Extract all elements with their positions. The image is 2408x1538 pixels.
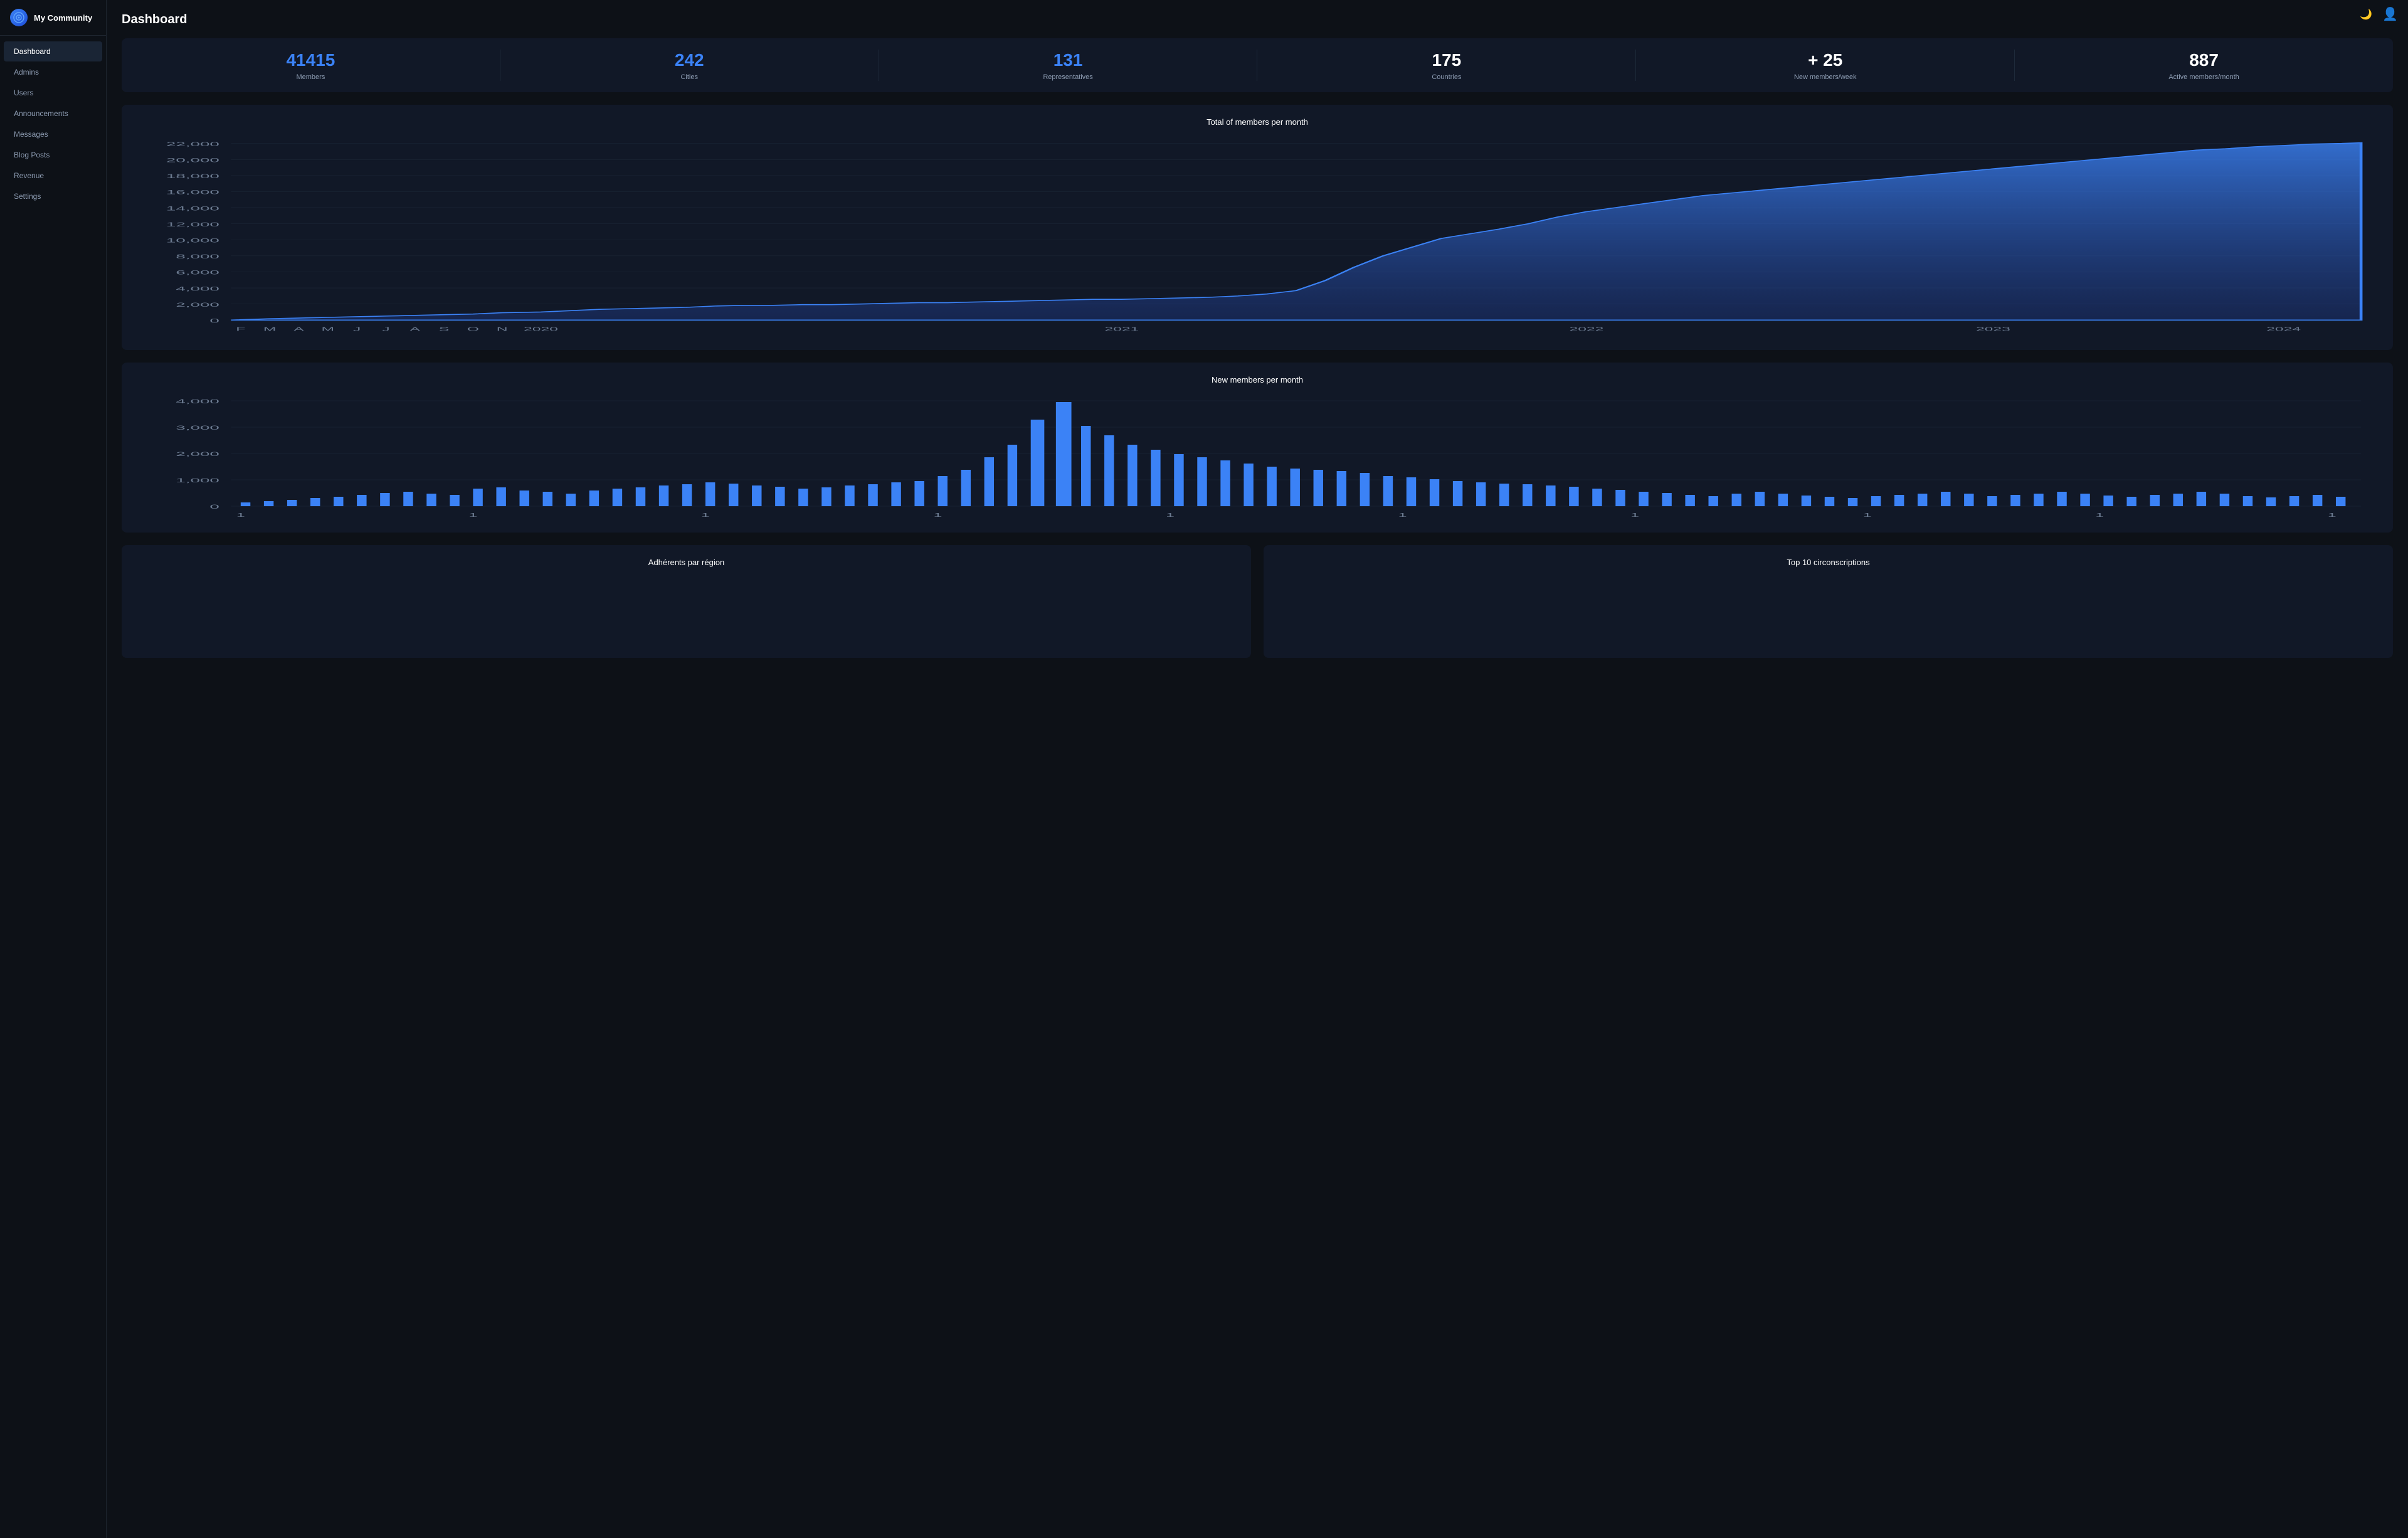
svg-text:1: 1 bbox=[1398, 512, 1407, 517]
stat-new-members-value: + 25 bbox=[1636, 50, 2014, 71]
svg-text:10,000: 10,000 bbox=[166, 237, 219, 244]
svg-text:2022: 2022 bbox=[1569, 326, 1603, 332]
svg-text:4,000: 4,000 bbox=[176, 285, 219, 292]
svg-text:2020: 2020 bbox=[524, 326, 558, 332]
sidebar-item-announcements[interactable]: Announcements bbox=[4, 103, 102, 124]
svg-text:M: M bbox=[322, 326, 335, 332]
svg-text:6,000: 6,000 bbox=[176, 269, 219, 276]
stat-new-members-label: New members/week bbox=[1636, 73, 2014, 81]
area-chart-container: Total of members per month 22,000 20,000 bbox=[122, 105, 2393, 350]
svg-text:S: S bbox=[439, 326, 449, 332]
sidebar-item-settings[interactable]: Settings bbox=[4, 186, 102, 206]
sidebar-item-blog-posts[interactable]: Blog Posts bbox=[4, 145, 102, 165]
svg-text:1,000: 1,000 bbox=[176, 477, 219, 484]
area-chart: 22,000 20,000 18,000 16,000 14,000 12,00… bbox=[134, 137, 2380, 337]
stat-countries-value: 175 bbox=[1257, 50, 1635, 71]
svg-text:1: 1 bbox=[1630, 512, 1639, 517]
svg-text:M: M bbox=[263, 326, 277, 332]
stat-members-value: 41415 bbox=[122, 50, 500, 71]
stat-cities: 242 Cities bbox=[500, 50, 879, 81]
svg-text:12,000: 12,000 bbox=[166, 221, 219, 228]
bottom-charts-row: Adhérents par région Top 10 circonscript… bbox=[122, 545, 2393, 658]
top-circonscriptions-chart: Top 10 circonscriptions bbox=[1264, 545, 2393, 658]
stat-reps-value: 131 bbox=[879, 50, 1257, 71]
bar-chart-title: New members per month bbox=[134, 375, 2380, 384]
sidebar-nav: Dashboard Admins Users Announcements Mes… bbox=[0, 36, 106, 212]
svg-text:N: N bbox=[497, 326, 508, 332]
stat-reps-label: Representatives bbox=[879, 73, 1257, 81]
svg-text:J: J bbox=[353, 326, 361, 332]
svg-text:A: A bbox=[410, 326, 421, 332]
svg-text:O: O bbox=[467, 326, 479, 332]
svg-text:2021: 2021 bbox=[1104, 326, 1139, 332]
app-logo bbox=[10, 9, 28, 26]
svg-text:0: 0 bbox=[209, 317, 219, 324]
stat-representatives: 131 Representatives bbox=[879, 50, 1258, 81]
app-title: My Community bbox=[34, 13, 92, 23]
svg-text:A: A bbox=[293, 326, 304, 332]
svg-text:3,000: 3,000 bbox=[176, 425, 219, 431]
svg-text:J: J bbox=[382, 326, 389, 332]
bar-chart-container: New members per month 4,000 3,000 2,000 … bbox=[122, 363, 2393, 533]
svg-text:2024: 2024 bbox=[2266, 326, 2301, 332]
header-icons: 🌙 👤 bbox=[2360, 6, 2398, 22]
stat-active-label: Active members/month bbox=[2015, 73, 2393, 81]
sidebar-header: My Community bbox=[0, 0, 106, 36]
stat-countries: 175 Countries bbox=[1257, 50, 1636, 81]
svg-text:2023: 2023 bbox=[1976, 326, 2010, 332]
svg-text:1: 1 bbox=[1863, 512, 1872, 517]
user-avatar[interactable]: 👤 bbox=[2382, 6, 2398, 22]
page-title: Dashboard bbox=[122, 13, 2393, 27]
main-content: Dashboard 41415 Members 242 Cities 131 R… bbox=[107, 0, 2408, 1538]
svg-text:1: 1 bbox=[701, 512, 710, 517]
adherents-chart-title: Adhérents par région bbox=[134, 558, 1238, 567]
svg-text:8,000: 8,000 bbox=[176, 253, 219, 260]
svg-text:2,000: 2,000 bbox=[176, 301, 219, 308]
sidebar-item-dashboard[interactable]: Dashboard bbox=[4, 41, 102, 61]
bar-chart: 4,000 3,000 2,000 1,000 0 bbox=[134, 395, 2380, 520]
svg-text:18,000: 18,000 bbox=[166, 172, 219, 179]
stats-bar: 41415 Members 242 Cities 131 Representat… bbox=[122, 38, 2393, 92]
svg-text:2,000: 2,000 bbox=[176, 451, 219, 457]
sidebar: My Community Dashboard Admins Users Anno… bbox=[0, 0, 107, 1538]
svg-text:1: 1 bbox=[934, 512, 943, 517]
stat-members: 41415 Members bbox=[122, 50, 500, 81]
stat-active-members: 887 Active members/month bbox=[2015, 50, 2393, 81]
sidebar-item-messages[interactable]: Messages bbox=[4, 124, 102, 144]
svg-text:22,000: 22,000 bbox=[166, 141, 219, 147]
svg-text:1: 1 bbox=[1166, 512, 1175, 517]
svg-text:20,000: 20,000 bbox=[166, 157, 219, 164]
area-chart-title: Total of members per month bbox=[134, 117, 2380, 127]
sidebar-item-users[interactable]: Users bbox=[4, 83, 102, 103]
sidebar-item-revenue[interactable]: Revenue bbox=[4, 166, 102, 186]
stat-members-label: Members bbox=[122, 73, 500, 81]
svg-text:14,000: 14,000 bbox=[166, 205, 219, 212]
svg-text:0: 0 bbox=[209, 504, 219, 510]
stat-cities-value: 242 bbox=[500, 50, 879, 71]
stat-cities-label: Cities bbox=[500, 73, 879, 81]
stat-countries-label: Countries bbox=[1257, 73, 1635, 81]
svg-text:F: F bbox=[236, 326, 245, 332]
adherents-par-region-chart: Adhérents par région bbox=[122, 545, 1251, 658]
top-circ-chart-title: Top 10 circonscriptions bbox=[1276, 558, 2380, 567]
svg-text:4,000: 4,000 bbox=[176, 398, 219, 405]
stat-active-value: 887 bbox=[2015, 50, 2393, 71]
svg-text:1: 1 bbox=[469, 512, 478, 517]
svg-text:1: 1 bbox=[236, 512, 245, 517]
stat-new-members: + 25 New members/week bbox=[1636, 50, 2015, 81]
sidebar-item-admins[interactable]: Admins bbox=[4, 62, 102, 82]
svg-text:1: 1 bbox=[2328, 512, 2337, 517]
svg-text:1: 1 bbox=[2095, 512, 2104, 517]
moon-icon[interactable]: 🌙 bbox=[2360, 8, 2372, 21]
svg-text:16,000: 16,000 bbox=[166, 189, 219, 196]
